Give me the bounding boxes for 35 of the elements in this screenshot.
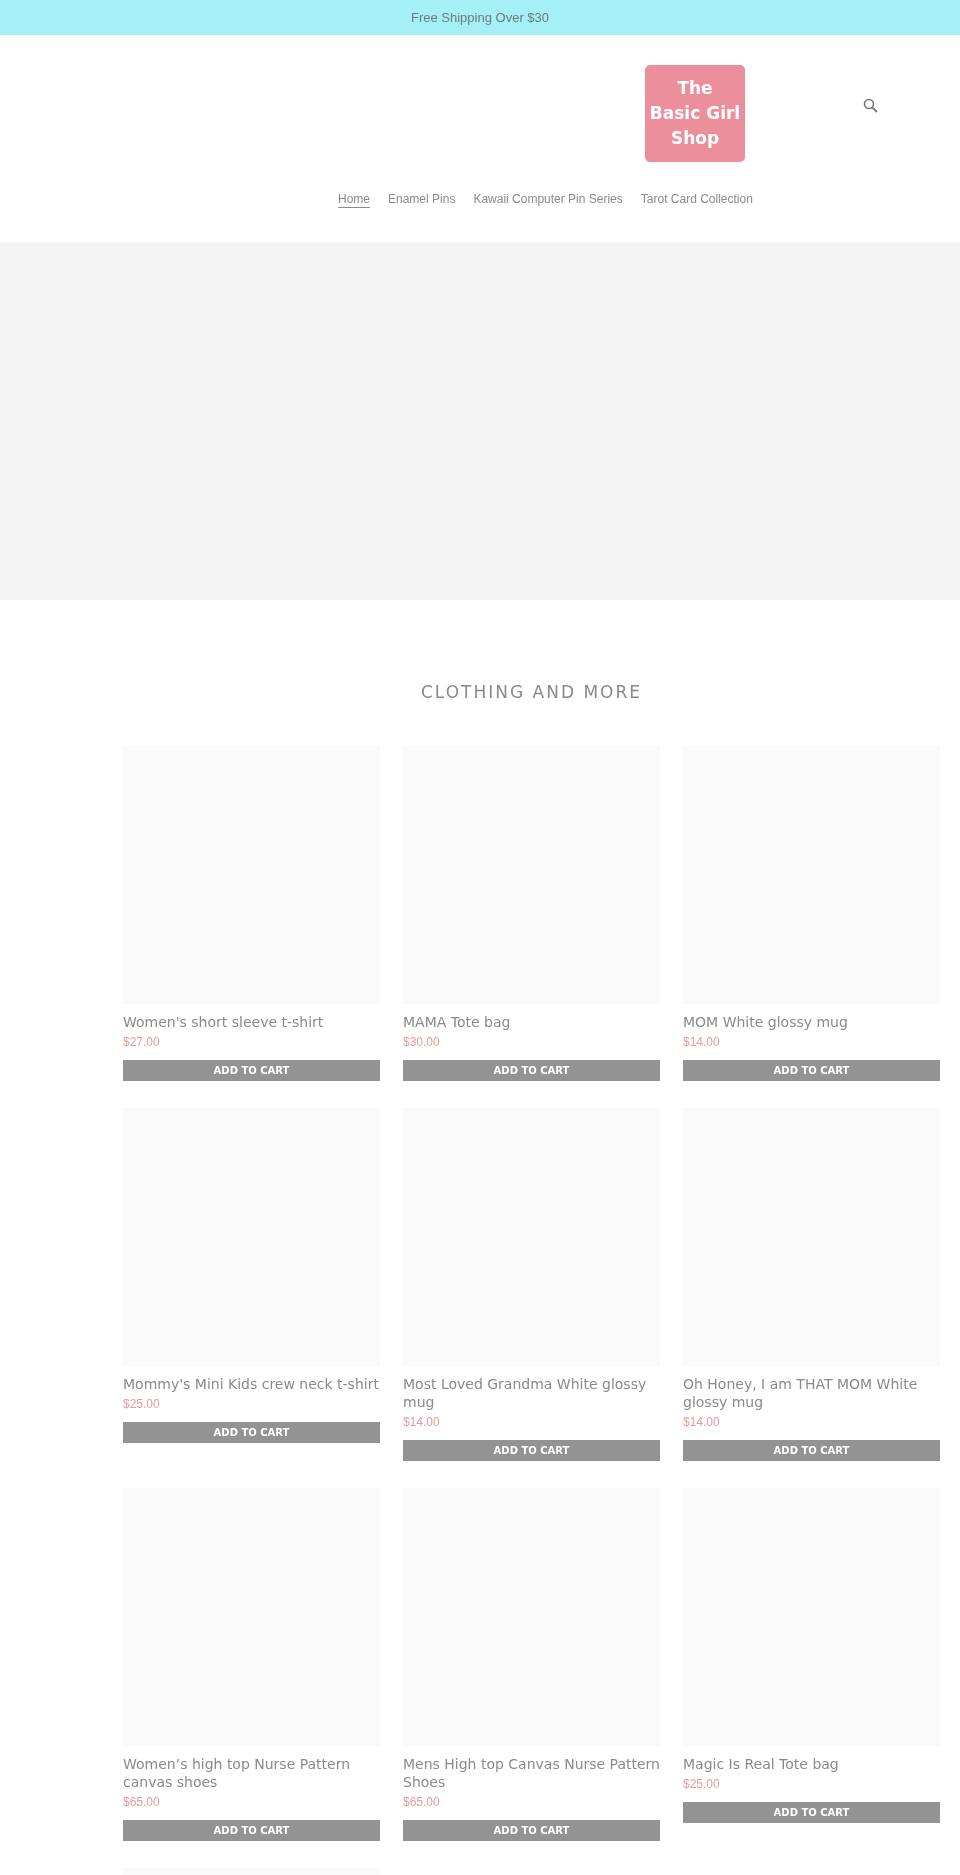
product-price: $25.00 bbox=[123, 1395, 161, 1413]
add-to-cart-button[interactable]: ADD TO CART bbox=[123, 1059, 380, 1081]
add-to-cart-button[interactable]: ADD TO CART bbox=[683, 1059, 940, 1081]
product-title[interactable]: Women’s high top Nurse Pattern canvas shoes bbox=[123, 1754, 380, 1791]
announcement-text: Free Shipping Over $30 bbox=[411, 8, 549, 27]
product-price: $65.00 bbox=[123, 1793, 161, 1811]
nav-link[interactable]: Kawaii Computer Pin Series bbox=[473, 190, 623, 208]
product-price: $14.00 bbox=[683, 1413, 721, 1431]
product-price: $27.00 bbox=[123, 1033, 161, 1051]
section-heading: CLOTHING AND MORE bbox=[419, 681, 643, 704]
product-title[interactable]: Oh Honey, I am THAT MOM White glossy mug bbox=[683, 1374, 940, 1411]
add-to-cart-button[interactable]: ADD TO CART bbox=[403, 1059, 660, 1081]
product-title[interactable]: Magic Is Real Tote bag bbox=[683, 1754, 940, 1773]
add-to-cart-button[interactable]: ADD TO CART bbox=[403, 1439, 660, 1461]
search-icon[interactable] bbox=[863, 98, 878, 113]
product-price: $65.00 bbox=[403, 1793, 441, 1811]
product-title[interactable]: Most Loved Grandma White glossy mug bbox=[403, 1374, 660, 1411]
product-price: $14.00 bbox=[403, 1413, 441, 1431]
product-title[interactable]: MOM White glossy mug bbox=[683, 1012, 940, 1031]
nav-link[interactable]: Home bbox=[338, 190, 370, 208]
product-title[interactable]: MAMA Tote bag bbox=[403, 1012, 660, 1031]
nav-link[interactable]: Tarot Card Collection bbox=[640, 190, 753, 208]
add-to-cart-button[interactable]: ADD TO CART bbox=[123, 1819, 380, 1841]
add-to-cart-button[interactable]: ADD TO CART bbox=[403, 1819, 660, 1841]
product-price: $14.00 bbox=[683, 1033, 721, 1051]
product-title[interactable]: Mens High top Canvas Nurse Pattern Shoes bbox=[403, 1754, 660, 1791]
product-price: $30.00 bbox=[403, 1033, 441, 1051]
add-to-cart-button[interactable]: ADD TO CART bbox=[683, 1439, 940, 1461]
shop-logo[interactable]: The Basic Girl Shop bbox=[645, 65, 745, 162]
product-title[interactable]: Women's short sleeve t-shirt bbox=[123, 1012, 380, 1031]
product-price: $25.00 bbox=[683, 1775, 721, 1793]
add-to-cart-button[interactable]: ADD TO CART bbox=[123, 1421, 380, 1443]
nav-link[interactable]: Enamel Pins bbox=[388, 190, 456, 208]
add-to-cart-button[interactable]: ADD TO CART bbox=[683, 1801, 940, 1823]
product-title[interactable]: Mommy's Mini Kids crew neck t-shirt bbox=[123, 1374, 380, 1393]
